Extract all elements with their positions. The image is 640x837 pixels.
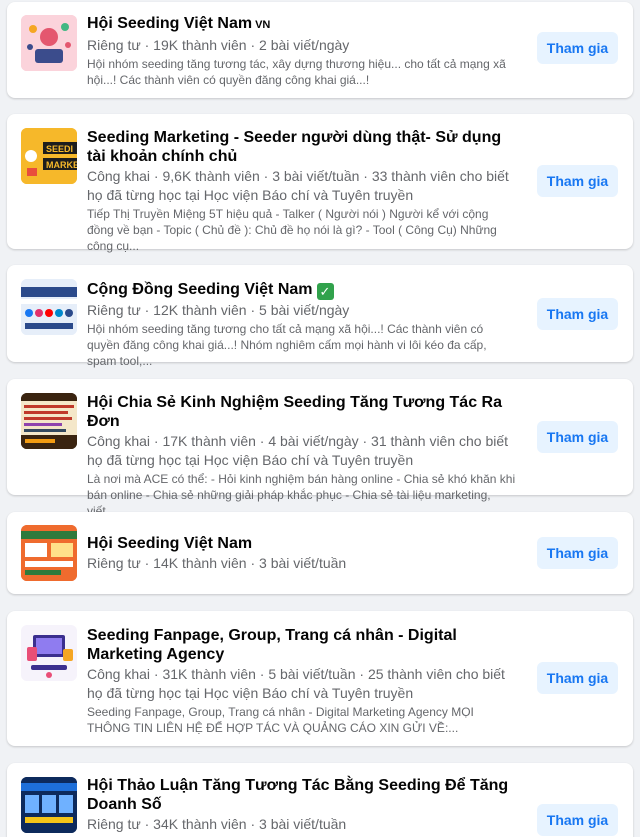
group-name[interactable]: Hội Seeding Việt Nam [87, 534, 517, 553]
join-button[interactable]: Tham gia [537, 804, 618, 836]
group-meta: Công khai · 17K thành viên · 4 bài viết/… [87, 433, 509, 468]
group-name[interactable]: Seeding Marketing - Seeder người dùng th… [87, 128, 517, 166]
group-name[interactable]: Hội Chia Sẻ Kinh Nghiệm Seeding Tăng Tươ… [87, 393, 517, 431]
group-card: Hội Seeding Việt Nam VN Riêng tư · 19K th… [7, 2, 633, 98]
group-description: Hội nhóm seeding tăng tương cho tất cả m… [87, 322, 487, 368]
group-cover-image: SEEDI MARKE [21, 128, 77, 184]
svg-text:MARKE: MARKE [46, 160, 77, 170]
group-meta: Riêng tư · 34K thành viên · 3 bài viết/t… [87, 816, 347, 832]
join-button[interactable]: Tham gia [537, 298, 618, 330]
group-meta: Công khai · 9,6K thành viên · 3 bài viết… [87, 168, 509, 203]
group-description: Hội nhóm seeding tăng tương tác, xây dựn… [87, 57, 506, 87]
group-cover-image [21, 279, 77, 335]
group-meta: Riêng tư · 19K thành viên · 2 bài viết/n… [87, 37, 350, 53]
group-card: Seeding Fanpage, Group, Trang cá nhân - … [7, 611, 633, 746]
check-mark-icon: ✓ [316, 283, 334, 300]
group-cover-image [21, 525, 77, 581]
svg-text:SEEDI: SEEDI [46, 144, 73, 154]
group-thumbnail[interactable] [21, 525, 77, 581]
group-name[interactable]: Seeding Fanpage, Group, Trang cá nhân - … [87, 626, 517, 664]
join-button[interactable]: Tham gia [537, 165, 618, 197]
group-meta: Riêng tư · 14K thành viên · 3 bài viết/t… [87, 555, 347, 571]
group-meta: Riêng tư · 12K thành viên · 5 bài viết/n… [87, 302, 350, 318]
group-description: Tiếp Thị Truyền Miệng 5T hiệu quả - Talk… [87, 207, 497, 253]
group-description: Seeding Fanpage, Group, Trang cá nhân - … [87, 705, 474, 735]
group-name[interactable]: Hội Thảo Luận Tăng Tương Tác Bằng Seedin… [87, 776, 517, 814]
group-thumbnail[interactable] [21, 393, 77, 449]
group-thumbnail[interactable] [21, 777, 77, 833]
group-cover-image [21, 393, 77, 449]
join-button[interactable]: Tham gia [537, 537, 618, 569]
group-card: Hội Chia Sẻ Kinh Nghiệm Seeding Tăng Tươ… [7, 379, 633, 518]
country-badge: VN [255, 19, 271, 31]
group-card: Hội Seeding Việt Nam Riêng tư · 14K thàn… [7, 512, 633, 594]
group-meta: Công khai · 31K thành viên · 5 bài viết/… [87, 666, 505, 701]
join-button[interactable]: Tham gia [537, 662, 618, 694]
group-cover-image [21, 15, 77, 71]
group-cover-image [21, 777, 77, 833]
group-thumbnail[interactable] [21, 279, 77, 335]
group-name[interactable]: Hội Seeding Việt Nam VN [87, 14, 517, 35]
join-button[interactable]: Tham gia [537, 32, 618, 64]
join-button[interactable]: Tham gia [537, 421, 618, 453]
group-name[interactable]: Cộng Đồng Seeding Việt Nam ✓ [87, 280, 517, 300]
group-card: Hội Thảo Luận Tăng Tương Tác Bằng Seedin… [7, 763, 633, 837]
group-thumbnail[interactable]: SEEDI MARKE [21, 128, 77, 184]
group-card: SEEDI MARKE Seeding Marketing - Seeder n… [7, 114, 633, 253]
group-cover-image [21, 625, 77, 681]
group-thumbnail[interactable] [21, 625, 77, 681]
group-thumbnail[interactable] [21, 15, 77, 71]
group-results-list: Hội Seeding Việt Nam VN Riêng tư · 19K th… [0, 0, 640, 837]
group-card: Cộng Đồng Seeding Việt Nam ✓ Riêng tư · 1… [7, 265, 633, 368]
